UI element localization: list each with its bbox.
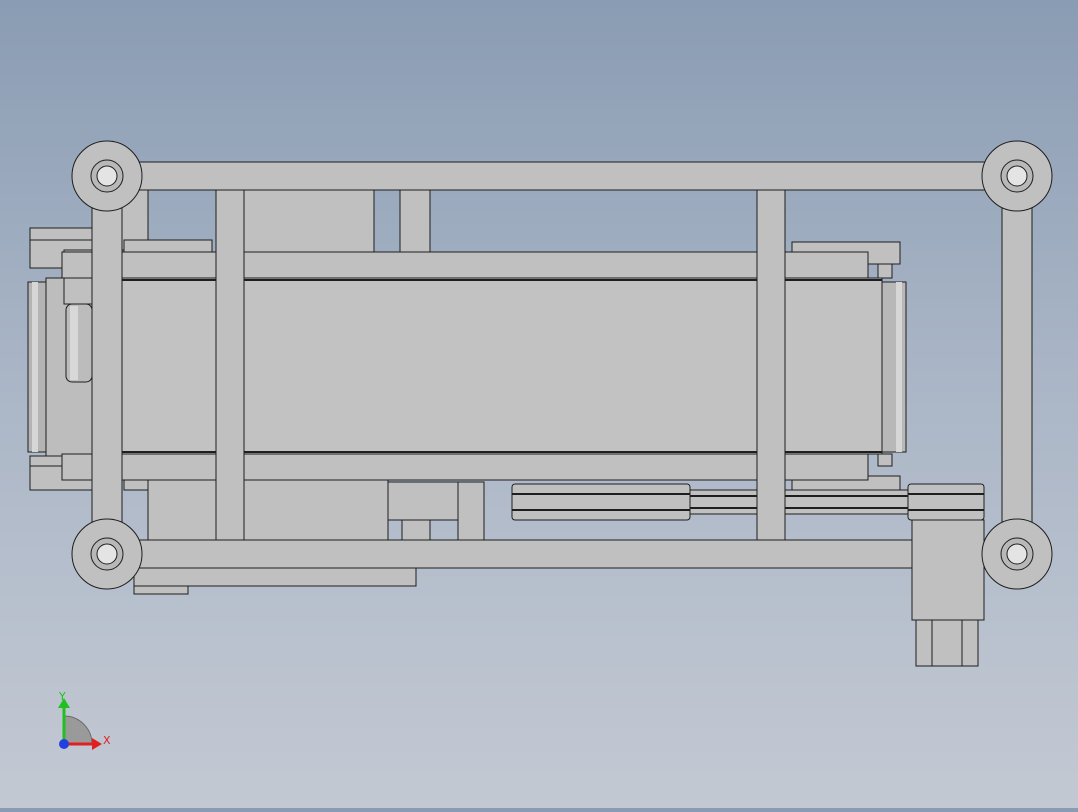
cad-model-view[interactable]: Y X: [0, 0, 1078, 808]
cad-viewport[interactable]: Y X: [0, 0, 1078, 808]
drive-motor[interactable]: [911, 519, 985, 667]
corner-wheel-top-left[interactable]: [71, 140, 143, 212]
right-end-roller[interactable]: [881, 281, 907, 453]
triad-y-label: Y: [58, 690, 66, 703]
frame-bottom-rail[interactable]: [107, 539, 1019, 569]
bottom-base-plate[interactable]: [133, 567, 417, 595]
bottom-mount-block[interactable]: [123, 479, 485, 541]
triad-x-label: X: [103, 734, 111, 747]
triad-plane-icon: [63, 715, 93, 745]
frame-top-rail[interactable]: [107, 161, 1019, 191]
z-axis-dot-icon: [59, 739, 69, 749]
corner-wheel-top-right[interactable]: [981, 140, 1053, 212]
frame-vertical-bar-2[interactable]: [215, 189, 245, 541]
top-mount-block[interactable]: [121, 189, 431, 253]
coordinate-triad: Y X: [58, 690, 111, 750]
corner-wheel-bottom-left[interactable]: [71, 518, 143, 590]
frame-vertical-bar-4[interactable]: [1001, 189, 1033, 541]
drive-pulley-belt[interactable]: [511, 483, 985, 521]
left-motor-cylinder[interactable]: [65, 303, 93, 383]
frame-vertical-bar-3[interactable]: [756, 189, 786, 541]
corner-wheel-bottom-right[interactable]: [981, 518, 1053, 590]
frame-vertical-bar-1[interactable]: [91, 189, 123, 541]
